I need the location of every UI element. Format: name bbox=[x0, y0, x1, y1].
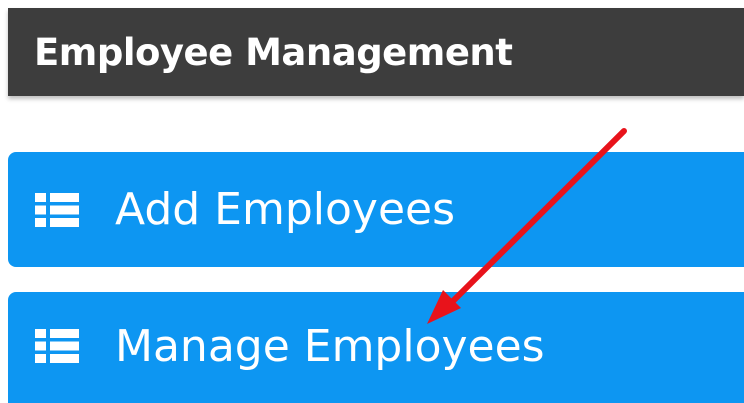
manage-employees-button[interactable]: Manage Employees bbox=[8, 292, 744, 403]
screenshot-stage: Employee Management Add Employees Manage… bbox=[0, 0, 744, 403]
add-employees-button[interactable]: Add Employees bbox=[8, 152, 744, 267]
page-title: Employee Management bbox=[34, 30, 513, 74]
page-header: Employee Management bbox=[8, 8, 744, 96]
list-icon bbox=[35, 192, 79, 227]
manage-employees-label: Manage Employees bbox=[115, 320, 545, 372]
add-employees-label: Add Employees bbox=[115, 184, 456, 235]
list-icon bbox=[35, 329, 79, 363]
